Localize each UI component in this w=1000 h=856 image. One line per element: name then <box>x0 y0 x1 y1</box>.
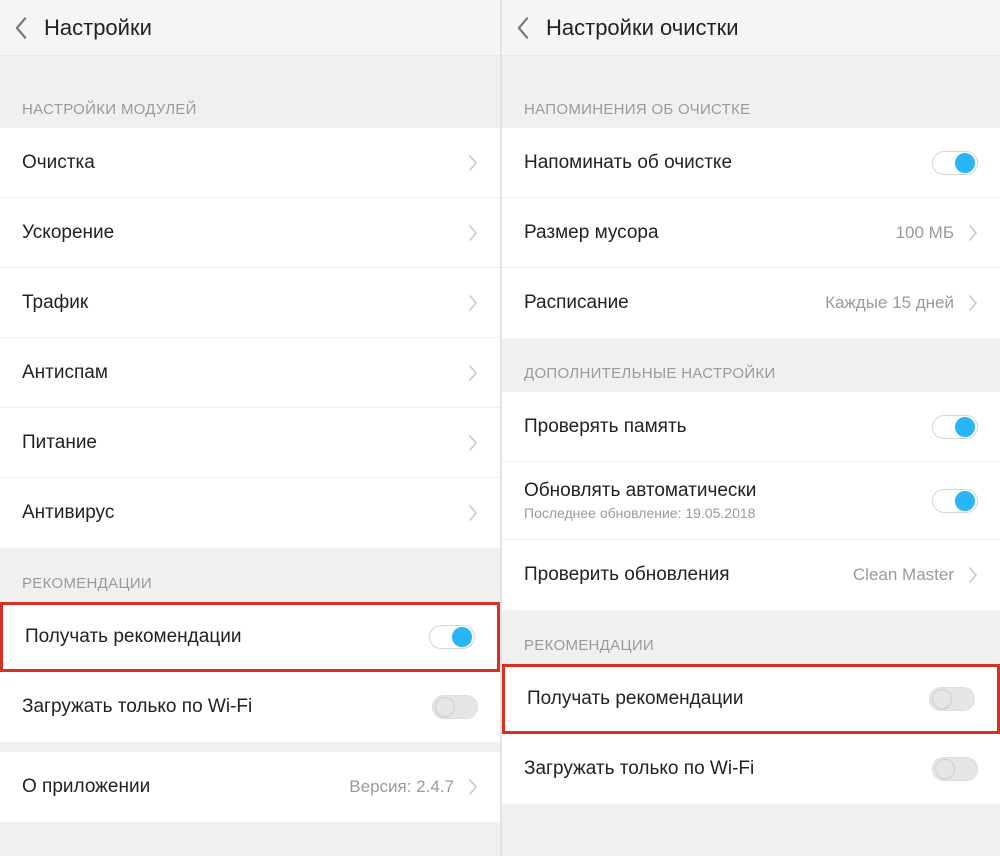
chevron-right-icon <box>468 225 478 241</box>
row-text: Обновлять автоматически Последнее обновл… <box>524 480 932 521</box>
row-remind-cleanup[interactable]: Напоминать об очистке <box>502 128 1000 198</box>
row-label: Получать рекомендации <box>527 688 929 710</box>
page-title: Настройки <box>44 15 152 41</box>
toggle-wifi-only[interactable] <box>432 695 478 719</box>
row-receive-recs[interactable]: Получать рекомендации <box>502 664 1000 734</box>
row-auto-update[interactable]: Обновлять автоматически Последнее обновл… <box>502 462 1000 540</box>
row-check-updates[interactable]: Проверить обновления Clean Master <box>502 540 1000 610</box>
row-value: 100 МБ <box>896 223 954 243</box>
section-header-extra: ДОПОЛНИТЕЛЬНЫЕ НАСТРОЙКИ <box>502 338 1000 392</box>
row-label: Ускорение <box>22 222 468 244</box>
toggle-receive-recs[interactable] <box>429 625 475 649</box>
row-label: Расписание <box>524 292 825 314</box>
extra-list: Проверять память Обновлять автоматически… <box>502 392 1000 610</box>
topbar: Настройки очистки <box>502 0 1000 56</box>
row-label: Проверить обновления <box>524 564 853 586</box>
chevron-right-icon <box>468 295 478 311</box>
row-boost[interactable]: Ускорение <box>0 198 500 268</box>
chevron-right-icon <box>968 295 978 311</box>
toggle-check-memory[interactable] <box>932 415 978 439</box>
row-label: Получать рекомендации <box>25 626 429 648</box>
row-schedule[interactable]: Расписание Каждые 15 дней <box>502 268 1000 338</box>
row-about[interactable]: О приложении Версия: 2.4.7 <box>0 752 500 822</box>
content: НАСТРОЙКИ МОДУЛЕЙ Очистка Ускорение Траф… <box>0 56 500 856</box>
row-cleanup[interactable]: Очистка <box>0 128 500 198</box>
row-label: Размер мусора <box>524 222 896 244</box>
section-header-reminders: НАПОМИНЕНИЯ ОБ ОЧИСТКЕ <box>502 74 1000 128</box>
recs-list: Получать рекомендации Загружать только п… <box>502 664 1000 804</box>
row-label: Загружать только по Wi-Fi <box>524 758 932 780</box>
content: НАПОМИНЕНИЯ ОБ ОЧИСТКЕ Напоминать об очи… <box>502 56 1000 856</box>
chevron-right-icon <box>468 779 478 795</box>
row-antivirus[interactable]: Антивирус <box>0 478 500 548</box>
toggle-knob <box>935 759 955 779</box>
row-label: Проверять память <box>524 416 932 438</box>
row-label: Напоминать об очистке <box>524 152 932 174</box>
chevron-right-icon <box>968 225 978 241</box>
row-value: Версия: 2.4.7 <box>349 777 454 797</box>
row-check-memory[interactable]: Проверять память <box>502 392 1000 462</box>
modules-list: Очистка Ускорение Трафик Антиспам Питани… <box>0 128 500 548</box>
back-icon[interactable] <box>14 17 28 39</box>
screen-settings: Настройки НАСТРОЙКИ МОДУЛЕЙ Очистка Уско… <box>0 0 500 856</box>
spacer <box>502 56 1000 74</box>
row-traffic[interactable]: Трафик <box>0 268 500 338</box>
page-title: Настройки очистки <box>546 15 738 41</box>
row-label: Очистка <box>22 152 468 174</box>
row-label: Питание <box>22 432 468 454</box>
section-header-modules: НАСТРОЙКИ МОДУЛЕЙ <box>0 74 500 128</box>
row-value: Каждые 15 дней <box>825 293 954 313</box>
chevron-right-icon <box>468 505 478 521</box>
toggle-knob <box>452 627 472 647</box>
screen-cleanup-settings: Настройки очистки НАПОМИНЕНИЯ ОБ ОЧИСТКЕ… <box>500 0 1000 856</box>
row-label: Антиспам <box>22 362 468 384</box>
chevron-right-icon <box>968 567 978 583</box>
recs-list: Получать рекомендации Загружать только п… <box>0 602 500 742</box>
section-header-recs: РЕКОМЕНДАЦИИ <box>502 610 1000 664</box>
row-antispam[interactable]: Антиспам <box>0 338 500 408</box>
back-icon[interactable] <box>516 17 530 39</box>
row-label: Загружать только по Wi-Fi <box>22 696 432 718</box>
toggle-knob <box>932 689 952 709</box>
chevron-right-icon <box>468 435 478 451</box>
reminders-list: Напоминать об очистке Размер мусора 100 … <box>502 128 1000 338</box>
row-power[interactable]: Питание <box>0 408 500 478</box>
row-label: Обновлять автоматически <box>524 480 932 502</box>
row-receive-recs[interactable]: Получать рекомендации <box>0 602 500 672</box>
row-label: О приложении <box>22 776 349 798</box>
chevron-right-icon <box>468 365 478 381</box>
row-sub: Последнее обновление: 19.05.2018 <box>524 505 932 521</box>
toggle-wifi-only[interactable] <box>932 757 978 781</box>
row-value: Clean Master <box>853 565 954 585</box>
toggle-knob <box>955 153 975 173</box>
spacer <box>0 742 500 752</box>
toggle-remind[interactable] <box>932 151 978 175</box>
row-label: Трафик <box>22 292 468 314</box>
row-label: Антивирус <box>22 502 468 524</box>
spacer <box>0 56 500 74</box>
toggle-knob <box>435 697 455 717</box>
toggle-receive-recs[interactable] <box>929 687 975 711</box>
section-header-recs: РЕКОМЕНДАЦИИ <box>0 548 500 602</box>
topbar: Настройки <box>0 0 500 56</box>
row-trash-size[interactable]: Размер мусора 100 МБ <box>502 198 1000 268</box>
row-wifi-only[interactable]: Загружать только по Wi-Fi <box>502 734 1000 804</box>
row-wifi-only[interactable]: Загружать только по Wi-Fi <box>0 672 500 742</box>
toggle-auto-update[interactable] <box>932 489 978 513</box>
chevron-right-icon <box>468 155 478 171</box>
toggle-knob <box>955 491 975 511</box>
toggle-knob <box>955 417 975 437</box>
